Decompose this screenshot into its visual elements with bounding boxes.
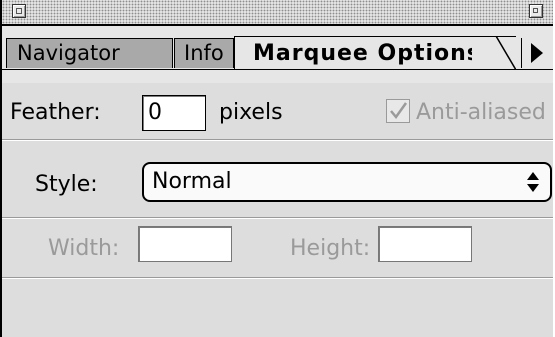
tab-row: Navigator Info Marquee Options [2,26,553,83]
updown-arrows-icon [527,172,539,192]
feather-row: Feather: 0 pixels Anti-aliased [2,83,553,139]
feather-label: Feather: [10,100,101,125]
tab-strip-line [2,69,553,70]
triangle-right-icon[interactable] [531,43,543,63]
close-box-icon[interactable] [12,4,26,18]
width-input[interactable] [138,226,232,262]
marquee-options-palette: Navigator Info Marquee Options Feather: … [0,0,553,337]
height-label: Height: [290,236,371,261]
divider-highlight [2,140,553,141]
checkmark-icon [390,102,408,120]
divider-highlight [2,278,553,279]
zoom-box-icon[interactable] [529,4,543,18]
tab-corner-slant [472,36,516,70]
width-label: Width: [48,236,120,261]
palette-titlebar[interactable] [2,0,553,26]
tab-navigator[interactable]: Navigator [6,38,173,68]
anti-aliased-label: Anti-aliased [416,100,546,125]
height-input[interactable] [378,226,472,262]
feather-unit-label: pixels [219,100,283,125]
feather-input[interactable]: 0 [142,95,206,131]
tab-separator [521,38,522,68]
anti-aliased-checkbox[interactable] [386,99,410,123]
style-label: Style: [35,172,98,197]
divider-highlight [2,218,553,219]
tab-strip: Navigator Info Marquee Options [2,26,553,70]
tab-info[interactable]: Info [174,38,234,68]
style-select[interactable]: Normal [142,162,552,202]
style-selected-value: Normal [152,169,232,194]
options-content: Feather: 0 pixels Anti-aliased Style: No… [2,83,553,337]
